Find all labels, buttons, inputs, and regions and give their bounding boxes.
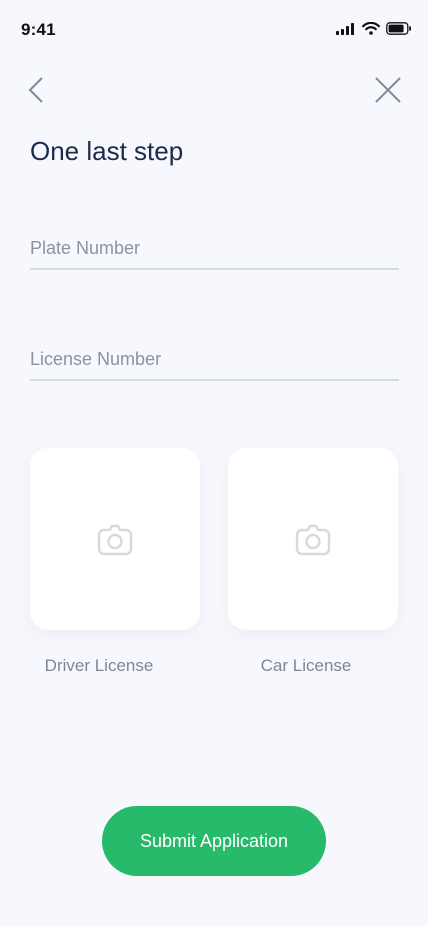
- status-bar: 9:41: [0, 0, 428, 56]
- license-number-input[interactable]: [30, 339, 399, 381]
- car-license-upload-card[interactable]: [228, 448, 398, 630]
- driver-license-upload-card[interactable]: [30, 448, 200, 630]
- battery-icon: [386, 22, 411, 35]
- camera-icon: [97, 524, 133, 556]
- page-title: One last step: [30, 136, 184, 166]
- wifi-icon: [362, 22, 380, 35]
- car-license-label: Car License: [260, 656, 352, 675]
- camera-icon: [295, 524, 331, 556]
- status-icons: [336, 22, 412, 35]
- driver-license-label: Driver License: [44, 656, 154, 675]
- signal-icon: [336, 22, 354, 35]
- plate-number-input[interactable]: [30, 228, 399, 270]
- close-icon: [375, 77, 401, 103]
- status-time: 9:41: [21, 20, 56, 39]
- back-button[interactable]: [22, 72, 50, 108]
- chevron-left-icon: [28, 77, 43, 103]
- submit-application-button[interactable]: Submit Application: [102, 806, 326, 876]
- close-button[interactable]: [370, 72, 406, 108]
